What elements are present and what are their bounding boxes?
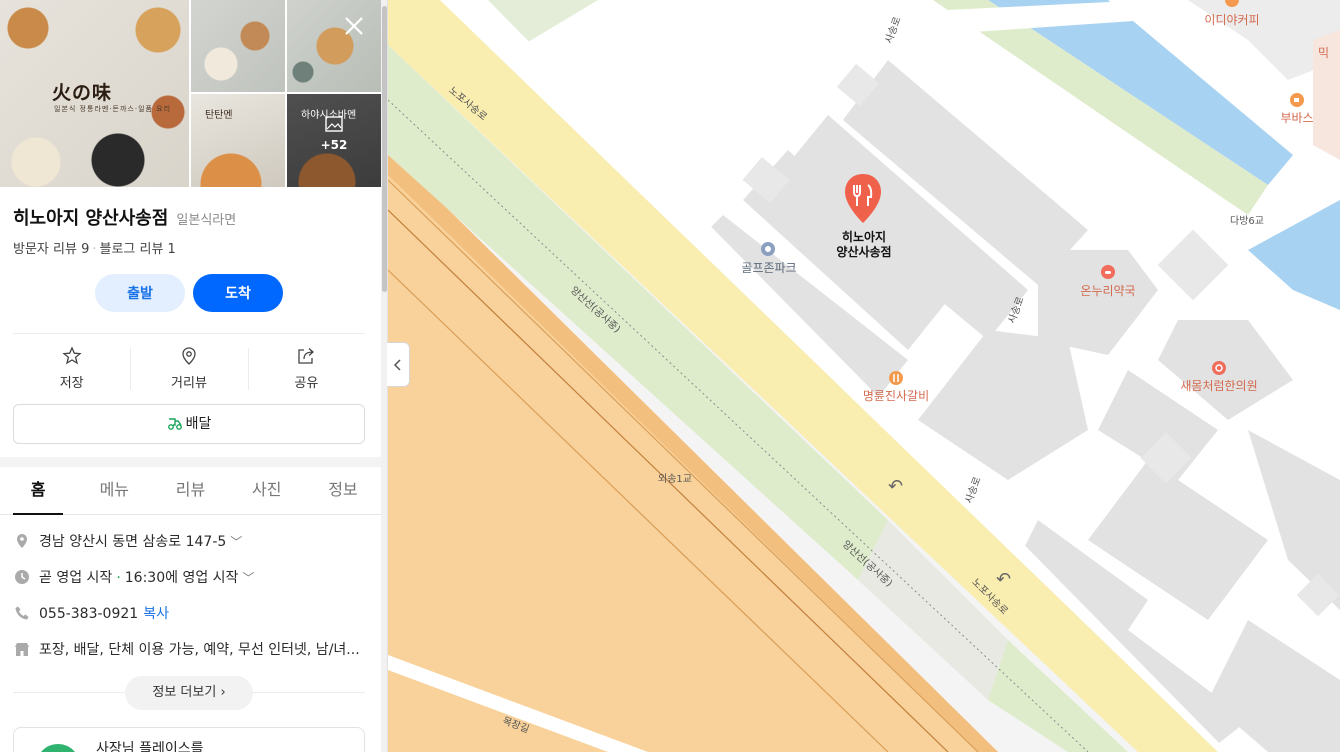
amenities-text: 포장, 배달, 단체 이용 가능, 예약, 무선 인터넷, 남/녀...: [39, 642, 360, 658]
tab-bar: 홈 메뉴 리뷰 사진 정보: [0, 467, 381, 515]
place-category: 일본식라면: [176, 213, 237, 228]
address-row[interactable]: 경남 양산시 동면 삼송로 147-5 ﹀: [14, 530, 368, 552]
close-icon: [345, 17, 363, 35]
pharmacy-poi-icon[interactable]: [1100, 264, 1116, 280]
arrive-button[interactable]: 도착: [193, 274, 283, 312]
poi-pharmacy-label[interactable]: 온누리약국: [1080, 282, 1135, 299]
restaurant-pin-icon[interactable]: [843, 173, 883, 225]
place-title: 히노아지 양산사송점: [13, 208, 169, 229]
food-poi-icon[interactable]: [888, 370, 904, 386]
svg-text:↶: ↶: [888, 476, 903, 497]
phone-icon: [15, 606, 29, 620]
map-canvas[interactable]: ↶ ↶ 히노아지 양산사송점 골프존파크 온누리약국 명륜진사갈비 새몸처럼한의…: [388, 0, 1340, 752]
brand-subtitle: 일본식 정통라멘·돈까스·일품 요리: [54, 105, 172, 113]
poi-bubas-label[interactable]: 부바스: [1280, 109, 1313, 126]
copy-phone-button[interactable]: 복사: [143, 606, 169, 622]
poi-golfzon-label[interactable]: 골프존파크: [741, 259, 796, 276]
photo-caption: 탄탄멘: [205, 110, 233, 121]
more-info-button[interactable]: 정보 더보기 ›: [125, 676, 253, 710]
visitor-reviews-link[interactable]: 방문자 리뷰 9: [13, 242, 89, 257]
golf-poi-icon[interactable]: [760, 241, 776, 257]
review-summary: 방문자 리뷰 9 · 블로그 리뷰 1: [13, 242, 176, 257]
image-icon: [325, 116, 343, 132]
close-button[interactable]: [340, 12, 368, 40]
save-label: 저장: [59, 376, 84, 391]
poi-hinoaji-label[interactable]: 히노아지 양산사송점: [836, 230, 891, 260]
map-base-layer: ↶ ↶: [388, 0, 1340, 752]
tab-home[interactable]: 홈: [0, 467, 76, 515]
blog-reviews-link[interactable]: 블로그 리뷰 1: [99, 242, 175, 257]
brand-logo-text: 火の味: [52, 82, 113, 104]
photo-main[interactable]: 火の味 일본식 정통라멘·돈까스·일품 요리: [0, 0, 189, 187]
streetview-button[interactable]: 거리뷰: [130, 344, 247, 394]
photo-thumb-1[interactable]: [191, 0, 285, 92]
clinic-poi-icon[interactable]: [1211, 360, 1227, 376]
place-header: 히노아지 양산사송점 일본식라면: [13, 204, 236, 230]
chevron-down-icon[interactable]: ﹀: [230, 535, 242, 549]
tab-photos[interactable]: 사진: [229, 467, 305, 514]
share-icon: [298, 348, 315, 364]
owner-card-title: 사장님 플레이스를: [96, 741, 204, 752]
share-button[interactable]: 공유: [247, 344, 365, 394]
svg-text:↶: ↶: [996, 569, 1011, 590]
hours-status: 곧 영업 시작: [39, 570, 113, 586]
tab-reviews[interactable]: 리뷰: [152, 467, 228, 514]
delivery-label: 배달: [185, 416, 212, 432]
phone-row: 055-383-0921 복사: [14, 602, 368, 624]
cafe-poi-icon[interactable]: [1289, 92, 1305, 108]
poi-ediya-label[interactable]: 이디야커피: [1204, 11, 1259, 28]
photo-thumb-3[interactable]: 탄탄멘: [191, 94, 285, 187]
amenities-row: 포장, 배달, 단체 이용 가능, 예약, 무선 인터넷, 남/녀...: [14, 638, 368, 660]
more-photos-overlay[interactable]: +52: [287, 116, 381, 153]
action-bar: 저장 거리뷰 공유: [13, 344, 365, 394]
poi-clinic-label[interactable]: 새몸처럼한의원: [1180, 377, 1257, 394]
save-button[interactable]: 저장: [13, 344, 130, 394]
store-icon: [15, 643, 29, 656]
delivery-scooter-icon: [167, 418, 182, 430]
owner-promo-card[interactable]: 사장님 플레이스를: [13, 727, 365, 752]
tab-info[interactable]: 정보: [305, 467, 381, 514]
photo-count: +52: [320, 138, 348, 152]
address-text: 경남 양산시 동면 삼송로 147-5: [39, 534, 227, 550]
cafe-poi-icon[interactable]: [1224, 0, 1240, 10]
location-pin-icon: [182, 347, 196, 365]
section-gap: [0, 457, 381, 467]
depart-button[interactable]: 출발: [95, 274, 185, 312]
chevron-down-icon[interactable]: ﹀: [242, 571, 254, 585]
owner-avatar: [36, 744, 80, 752]
poi-galbi-label[interactable]: 명륜진사갈비: [863, 387, 929, 404]
star-icon: [62, 346, 82, 365]
share-label: 공유: [294, 376, 319, 391]
clock-icon: [15, 570, 29, 584]
scrollbar-thumb[interactable]: [382, 6, 387, 292]
streetview-label: 거리뷰: [171, 376, 207, 391]
hours-detail: 16:30에 영업 시작: [124, 570, 239, 586]
poi-partial-label: 믹: [1318, 46, 1330, 60]
road-label-oesong: 외송1교: [658, 474, 692, 485]
phone-number[interactable]: 055-383-0921: [39, 606, 138, 622]
hours-row[interactable]: 곧 영업 시작 · 16:30에 영업 시작 ﹀: [14, 566, 368, 588]
collapse-panel-button[interactable]: [387, 342, 410, 387]
more-info-label: 정보 더보기: [152, 685, 217, 700]
chevron-left-icon: [393, 359, 401, 371]
photo-gallery[interactable]: 火の味 일본식 정통라멘·돈까스·일품 요리 탄탄멘 하야시소바멘 +52: [0, 0, 381, 187]
delivery-button[interactable]: 배달: [13, 404, 365, 444]
place-detail-panel: 火の味 일본식 정통라멘·돈까스·일품 요리 탄탄멘 하야시소바멘 +52 히노…: [0, 0, 388, 752]
chevron-right-icon: ›: [220, 685, 226, 700]
divider: [13, 333, 365, 334]
road-label-dabang: 다방6교: [1230, 216, 1264, 227]
location-pin-icon: [17, 534, 27, 548]
tab-menu[interactable]: 메뉴: [76, 467, 152, 514]
